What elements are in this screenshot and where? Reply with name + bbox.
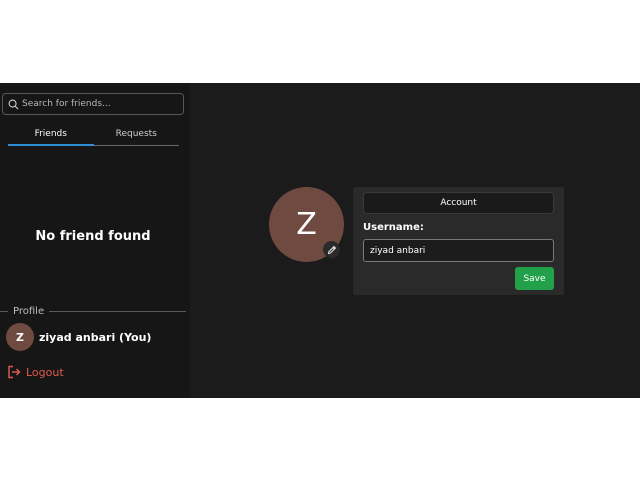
app-window: Friends Requests No friend found Profile… [0, 83, 640, 398]
account-button[interactable]: Account [363, 192, 554, 214]
logout-icon [8, 365, 21, 379]
tab-friends[interactable]: Friends [8, 128, 94, 146]
profile-section-label: Profile [13, 305, 45, 317]
logout-button[interactable]: Logout [7, 365, 64, 379]
divider-line [0, 310, 8, 312]
search-box[interactable] [2, 93, 184, 115]
search-icon [8, 99, 19, 109]
username-input[interactable] [363, 239, 554, 262]
current-user-item[interactable]: Z ziyad anbari (You) [6, 323, 151, 351]
empty-friends-message: No friend found [35, 229, 151, 244]
username-label: Username: [363, 222, 424, 233]
divider-line [49, 310, 186, 312]
account-card: Account Username: Save [353, 187, 564, 295]
main-panel: Z Account Username: Save [190, 83, 640, 398]
search-input[interactable] [22, 99, 172, 109]
profile-section-divider: Profile [0, 305, 186, 317]
sidebar: Friends Requests No friend found Profile… [0, 83, 190, 398]
tab-bar: Friends Requests [8, 128, 179, 146]
current-user-name: ziyad anbari (You) [39, 330, 152, 344]
edit-avatar-button[interactable] [323, 241, 340, 258]
pencil-icon [327, 245, 336, 254]
profile-avatar-initial: Z [296, 207, 317, 242]
tab-requests[interactable]: Requests [93, 128, 179, 146]
avatar: Z [6, 323, 34, 351]
logout-label: Logout [26, 365, 64, 379]
save-button[interactable]: Save [515, 267, 554, 290]
